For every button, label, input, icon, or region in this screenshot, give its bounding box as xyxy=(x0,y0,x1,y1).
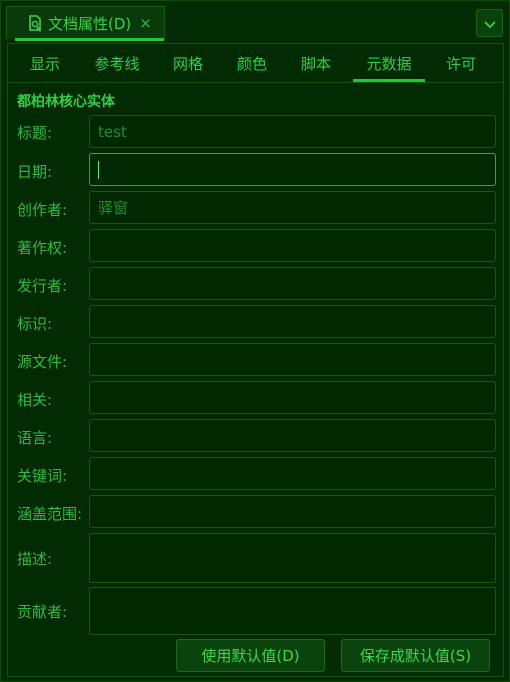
rights-field[interactable] xyxy=(89,229,496,262)
tab-grid[interactable]: 网格 xyxy=(163,44,213,82)
tab-color[interactable]: 颜色 xyxy=(227,44,277,82)
tab-display[interactable]: 显示 xyxy=(18,44,72,82)
properties-panel: 显示 参考线 网格 颜色 脚本 元数据 许可 都柏林核心实体 标题: test … xyxy=(7,43,504,677)
keywords-field[interactable] xyxy=(89,457,496,490)
tab-script[interactable]: 脚本 xyxy=(291,44,341,82)
language-label: 语言: xyxy=(17,429,53,447)
use-default-button[interactable]: 使用默认值(D) xyxy=(176,639,325,672)
active-tab-indicator xyxy=(15,38,164,41)
source-field[interactable] xyxy=(89,343,496,376)
save-default-button[interactable]: 保存成默认值(S) xyxy=(341,639,490,672)
identifier-label: 标识: xyxy=(17,315,53,333)
keywords-label: 关键词: xyxy=(17,467,68,485)
text-cursor xyxy=(98,160,99,179)
contributors-label: 贡献者: xyxy=(17,603,68,621)
title-field[interactable]: test xyxy=(89,115,496,148)
properties-tabs: 显示 参考线 网格 颜色 脚本 元数据 许可 xyxy=(8,44,503,83)
publisher-label: 发行者: xyxy=(17,277,68,295)
date-label: 日期: xyxy=(17,163,53,181)
close-icon[interactable]: × xyxy=(139,14,152,32)
creator-label: 创作者: xyxy=(17,201,68,219)
document-icon xyxy=(27,14,43,32)
chevron-down-icon xyxy=(483,14,496,33)
description-textarea[interactable] xyxy=(89,533,496,583)
language-field[interactable] xyxy=(89,419,496,452)
coverage-label: 涵盖范围: xyxy=(17,505,83,523)
date-field[interactable] xyxy=(89,153,496,186)
relation-label: 相关: xyxy=(17,391,53,409)
rights-label: 著作权: xyxy=(17,239,68,257)
relation-field[interactable] xyxy=(89,381,496,414)
publisher-field[interactable] xyxy=(89,267,496,300)
tab-guides[interactable]: 参考线 xyxy=(86,44,148,82)
description-label: 描述: xyxy=(17,550,53,568)
panel-menu-button[interactable] xyxy=(476,9,503,37)
tab-license[interactable]: 许可 xyxy=(436,44,486,82)
title-label: 标题: xyxy=(17,124,53,142)
section-title: 都柏林核心实体 xyxy=(17,94,115,110)
tab-title: 文档属性(D) xyxy=(48,14,132,33)
tab-metadata[interactable]: 元数据 xyxy=(353,44,425,82)
identifier-field[interactable] xyxy=(89,305,496,338)
contributors-textarea[interactable] xyxy=(89,587,496,635)
dialog-window: 文档属性(D) × 显示 参考线 网格 颜色 脚本 元数据 许可 都柏林核心实体… xyxy=(0,0,510,682)
document-properties-tab[interactable]: 文档属性(D) × xyxy=(6,6,165,41)
coverage-field[interactable] xyxy=(89,495,496,528)
creator-field[interactable]: 驿窗 xyxy=(89,191,496,224)
source-label: 源文件: xyxy=(17,353,68,371)
